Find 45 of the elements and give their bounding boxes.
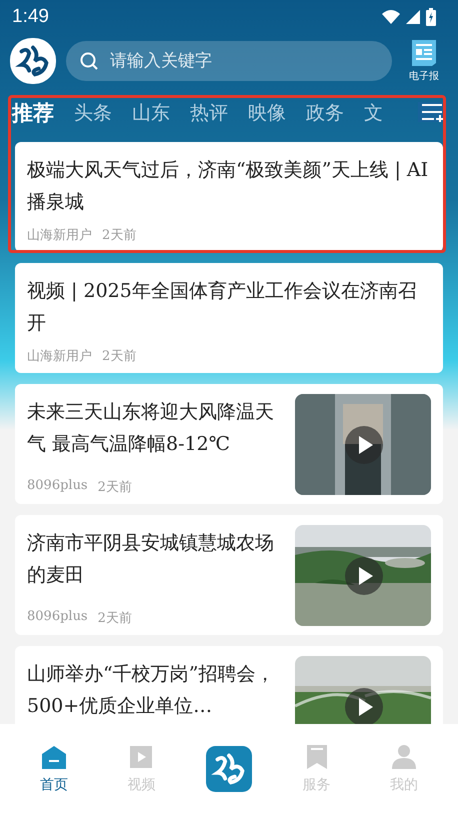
search-bar[interactable]: 请输入关键字	[66, 41, 392, 81]
menu-icon[interactable]	[418, 102, 444, 122]
battery-icon	[426, 8, 436, 26]
category-tab[interactable]: 热评	[190, 100, 228, 126]
nav-tab[interactable]: 首页	[18, 744, 89, 794]
home-icon	[40, 744, 67, 770]
news-title: 极端大风天气过后，济南“极致美颜”天上线 | AI播泉城	[27, 158, 430, 215]
news-card[interactable]: 极端大风天气过后，济南“极致美颜”天上线 | AI播泉城 山海新用户 2天前	[15, 142, 443, 252]
status-time: 1:49	[12, 6, 49, 28]
news-card[interactable]: 山师举办“千校万岗”招聘会，500+优质企业单位…	[15, 646, 443, 724]
news-time: 2天前	[102, 227, 136, 244]
category-tab[interactable]: 政务	[306, 100, 344, 126]
category-tab[interactable]: 头条	[74, 100, 112, 126]
epaper-label[interactable]: 电子报	[409, 69, 439, 83]
category-tab[interactable]: 映像	[248, 100, 286, 126]
news-title: 济南市平阴县安城镇慧城农场的麦田	[27, 531, 275, 588]
news-source: 山海新用户	[27, 348, 92, 365]
news-time: 2天前	[98, 479, 132, 496]
news-source: 山海新用户	[27, 227, 92, 244]
news-card[interactable]: 济南市平阴县安城镇慧城农场的麦田 8096plus 2天前	[15, 515, 443, 635]
play-icon[interactable]	[345, 688, 383, 724]
logo-icon	[206, 746, 252, 792]
category-tab[interactable]: 推荐	[12, 99, 54, 127]
category-tab[interactable]: 山东	[132, 100, 170, 126]
news-card[interactable]: 视频 | 2025年全国体育产业工作会议在济南召开 山海新用户 2天前	[15, 263, 443, 373]
search-icon	[80, 52, 98, 70]
newspaper-icon[interactable]	[411, 39, 437, 67]
news-time: 2天前	[102, 348, 136, 365]
play-icon[interactable]	[345, 557, 383, 595]
news-source: 8096plus	[27, 478, 88, 495]
category-tab[interactable]: 文	[364, 100, 383, 126]
news-title: 山师举办“千校万岗”招聘会，500+优质企业单位…	[27, 662, 276, 719]
news-title: 未来三天山东将迎大风降温天气 最高气温降幅8-12℃	[27, 400, 275, 457]
news-time: 2天前	[98, 610, 132, 627]
play-icon	[129, 744, 154, 770]
search-field[interactable]: 请输入关键字	[108, 50, 378, 72]
signal-icon	[406, 10, 420, 24]
wifi-icon	[382, 10, 400, 24]
person-icon	[391, 744, 418, 770]
bookmark-icon	[306, 744, 328, 770]
play-icon[interactable]	[345, 426, 383, 464]
logo-icon	[10, 38, 56, 84]
news-source: 8096plus	[27, 609, 88, 626]
news-title: 视频 | 2025年全国体育产业工作会议在济南召开	[27, 279, 418, 336]
news-card[interactable]: 未来三天山东将迎大风降温天气 最高气温降幅8-12℃ 8096plus 2天前	[15, 384, 443, 504]
